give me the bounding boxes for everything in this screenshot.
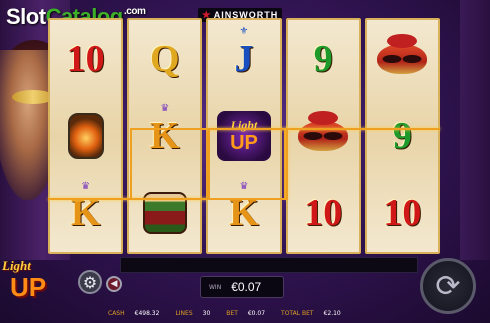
lantern-symbol-icon — [67, 112, 104, 159]
message-bar — [120, 257, 418, 273]
sound-toggle-button[interactable]: ◀ — [106, 276, 122, 292]
spin-icon: ⟳ — [435, 268, 461, 304]
reel-3-row-1: ⚜ J — [208, 20, 279, 97]
total-bet-label: TOTAL BET — [281, 309, 314, 317]
symbol-nine: 9 — [313, 37, 333, 80]
reel-1: 10 ♛ K — [48, 18, 124, 254]
reel-5-row-2: 9 — [367, 97, 438, 174]
win-display: WIN €0.07 — [200, 276, 284, 298]
symbol-queen: Q — [150, 37, 180, 80]
reel-4-row-1: 9 — [288, 20, 359, 97]
reel-5-row-1 — [367, 20, 438, 97]
mask-symbol-icon — [377, 33, 428, 74]
symbol-jack: J — [234, 37, 254, 80]
status-bar: CASH €498.32 LINES 30 BET €0.07 TOTAL BE… — [108, 307, 478, 319]
payline-segment — [286, 128, 288, 200]
reel-4-row-3: 10 — [288, 175, 359, 252]
spin-button[interactable]: ⟳ — [420, 258, 476, 314]
cash-label: CASH — [108, 309, 125, 317]
settings-button[interactable]: ⚙ — [78, 270, 102, 294]
watermark-slot: Slot — [6, 4, 46, 29]
reel-1-row-1: 10 — [50, 20, 121, 97]
symbol-ten: 10 — [383, 192, 422, 235]
mask-symbol-icon — [298, 110, 349, 151]
lines-value: 30 — [202, 309, 211, 317]
reel-4-row-2 — [288, 97, 359, 174]
fleur-de-lis-icon: ⚜ — [239, 26, 249, 37]
reel-5: 9 10 — [364, 18, 441, 254]
watermark-com: .com — [124, 6, 146, 17]
slot-game-screen: SlotCatalog .com ★AINSWORTH 10 ♛ K Q ♛ — [0, 0, 490, 323]
gear-icon: ⚙ — [82, 272, 98, 292]
symbol-ten: 10 — [66, 37, 105, 80]
symbol-ten: 10 — [304, 192, 343, 235]
symbol-king: K — [70, 192, 101, 235]
reel-2-row-1: Q — [129, 20, 200, 97]
reel-4: 9 10 — [285, 18, 361, 254]
win-value: €0.07 — [231, 280, 262, 294]
total-bet-value: €2.10 — [323, 309, 341, 317]
crown-icon: ♛ — [160, 103, 170, 115]
payline-highlight-box — [208, 128, 286, 200]
reel-1-row-2 — [50, 97, 121, 174]
reel-5-row-3: 10 — [367, 175, 438, 252]
game-logo: Light UP — [2, 258, 64, 310]
crown-icon: ♛ — [81, 180, 91, 192]
symbol-nine: 9 — [392, 114, 412, 157]
lines-label: LINES — [175, 309, 193, 317]
right-curtain-art — [460, 0, 490, 260]
symbol-king: K — [229, 192, 259, 235]
win-label: WIN — [209, 283, 222, 291]
bet-label: BET — [226, 309, 238, 317]
game-logo-line2: UP — [10, 272, 47, 302]
payline-highlight-box — [130, 128, 208, 200]
bet-value: €0.07 — [247, 309, 266, 317]
speaker-icon: ◀ — [110, 279, 118, 289]
cash-value: €498.32 — [134, 309, 160, 317]
reel-1-row-3: ♛ K — [50, 175, 121, 252]
